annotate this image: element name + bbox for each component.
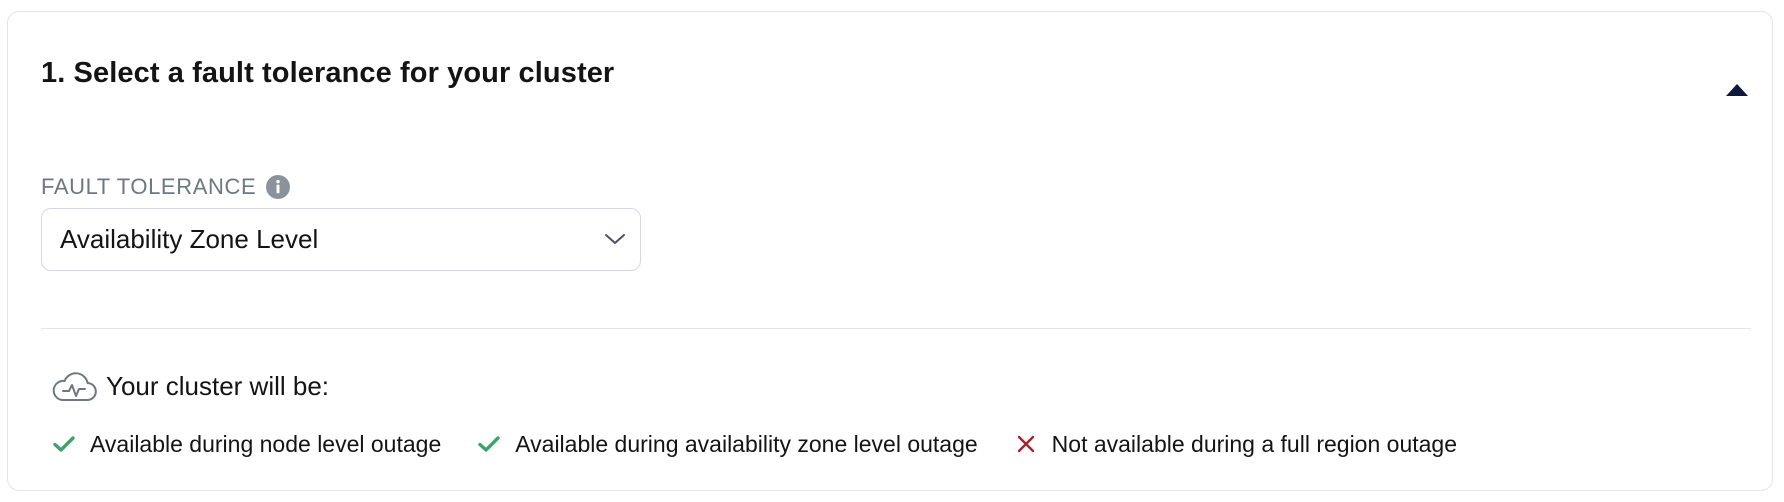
cloud-heartbeat-icon [50, 369, 98, 403]
status-text: Not available during a full region outag… [1051, 430, 1458, 457]
fault-tolerance-selected-value: Availability Zone Level [60, 224, 319, 254]
section-divider [41, 328, 1751, 329]
status-item-region-outage: Not available during a full region outag… [1014, 431, 1457, 458]
info-icon[interactable] [266, 175, 291, 199]
chevron-down-icon [603, 229, 627, 249]
status-text: Available during node level outage [90, 430, 442, 457]
status-item-node-outage: Available during node level outage [52, 431, 441, 458]
cluster-summary-heading: Your cluster will be: [106, 370, 330, 401]
fault-tolerance-card: 1. Select a fault tolerance for your clu… [7, 11, 1773, 491]
collapse-section-button[interactable] [1722, 74, 1752, 104]
fault-tolerance-label-row: FAULT TOLERANCE [41, 173, 291, 201]
section-title: 1. Select a fault tolerance for your clu… [41, 57, 615, 89]
status-text: Available during availability zone level… [515, 430, 978, 457]
check-icon [52, 432, 76, 456]
availability-status-list: Available during node level outage Avail… [52, 429, 1493, 459]
caret-up-icon [1726, 84, 1748, 96]
cluster-summary-heading-row: Your cluster will be: [50, 366, 329, 406]
x-icon [1014, 432, 1038, 456]
check-icon [477, 432, 501, 456]
status-item-az-outage: Available during availability zone level… [477, 430, 978, 458]
fault-tolerance-select[interactable]: Availability Zone Level [41, 208, 641, 271]
fault-tolerance-label: FAULT TOLERANCE [41, 174, 257, 199]
